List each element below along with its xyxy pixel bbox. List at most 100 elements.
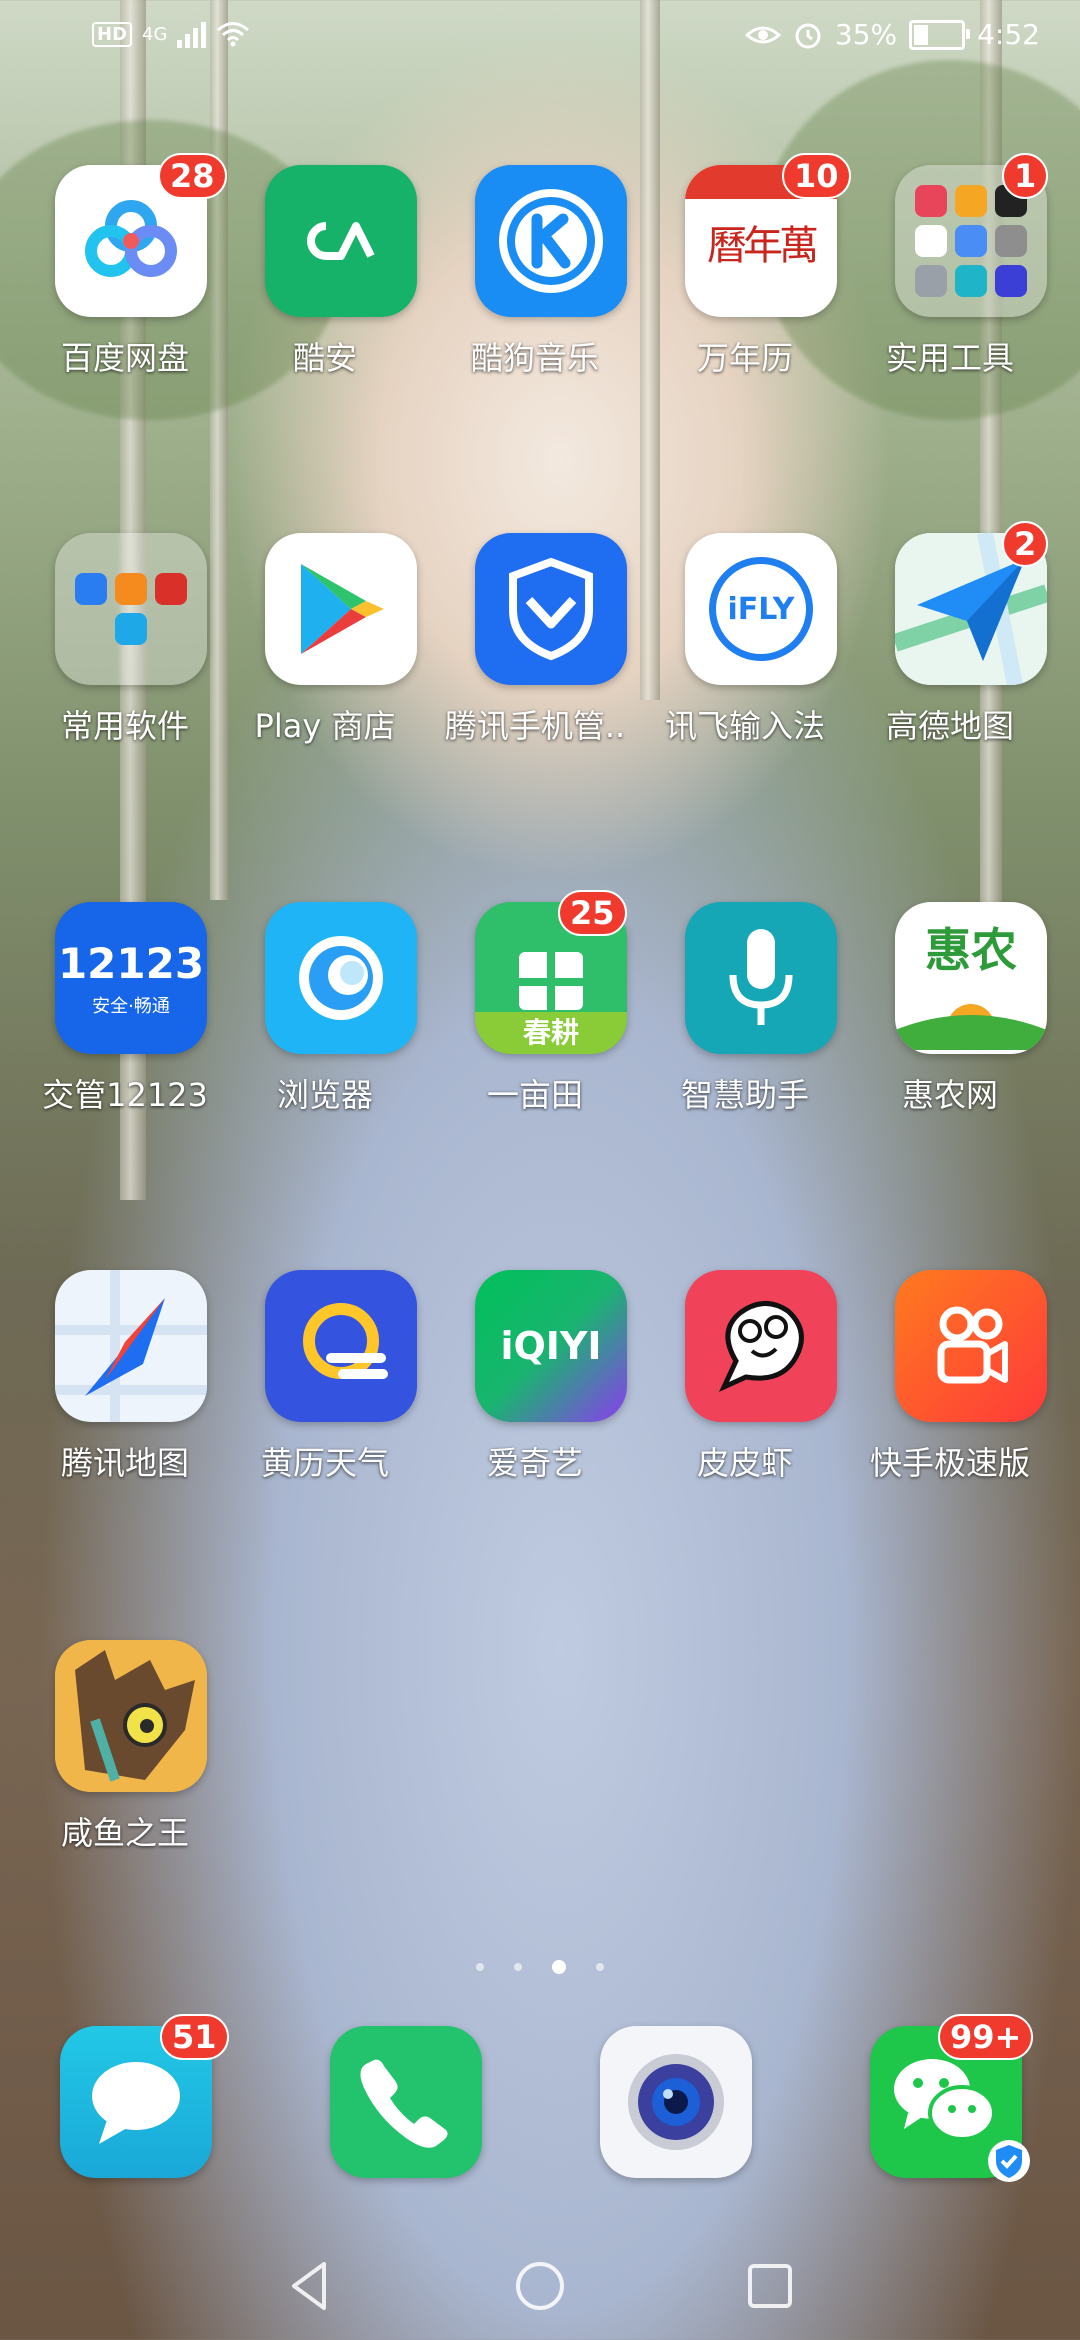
app-browser[interactable]: 浏览器 <box>220 902 430 1162</box>
app-kuaishou[interactable]: 快手极速版 <box>850 1270 1060 1530</box>
camera-icon <box>600 2026 752 2178</box>
app-play-store[interactable]: Play 商店 <box>220 533 430 793</box>
ifly-icon-text: iFLY <box>709 557 813 661</box>
app-label: 酷安 <box>292 339 357 377</box>
app-label: 高德地图 <box>885 707 1014 745</box>
hd-indicator: HD <box>92 21 133 47</box>
app-tencent-map[interactable]: 腾讯地图 <box>10 1270 220 1530</box>
app-iqiyi[interactable]: iQIYI 爱奇艺 <box>430 1270 640 1530</box>
pipixia-icon <box>685 1270 837 1422</box>
page-indicator[interactable] <box>0 1960 1080 1974</box>
app-label: 惠农网 <box>901 1076 998 1114</box>
app-label: 腾讯手机管.. <box>444 707 626 745</box>
notification-badge: 51 <box>160 2014 229 2060</box>
app-label: 快手极速版 <box>869 1444 1030 1482</box>
mini-app-icon <box>115 613 147 645</box>
mini-app-icon <box>915 265 947 297</box>
shield-check-icon <box>988 2140 1030 2182</box>
app-traffic-12123[interactable]: 12123 安全·畅通 交管12123 <box>10 902 220 1162</box>
page-dot[interactable] <box>514 1963 522 1971</box>
page-dot[interactable] <box>552 1960 566 1974</box>
app-yimutian[interactable]: 春耕 25 一亩田 <box>430 890 640 1162</box>
battery-percent: 35% <box>834 18 898 51</box>
navigation-bar <box>0 2230 1080 2340</box>
mini-app-icon <box>995 225 1027 257</box>
app-label: 酷狗音乐 <box>470 339 599 377</box>
icon-text: 春耕 <box>475 1012 627 1054</box>
mini-app-icon <box>115 573 147 605</box>
notification-badge: 2 <box>1002 521 1049 567</box>
recents-icon[interactable] <box>740 2256 800 2316</box>
app-label: 万年历 <box>696 339 793 377</box>
page-dot[interactable] <box>596 1963 604 1971</box>
mini-app-icon <box>955 225 987 257</box>
icon-subtext: 安全·畅通 <box>92 995 170 1017</box>
status-bar: HD 4G 35% 4:52 <box>0 0 1080 80</box>
dock-phone[interactable] <box>330 2026 482 2178</box>
notification-badge: 1 <box>1002 153 1049 199</box>
icon-text: iQIYI <box>500 1324 602 1368</box>
iqiyi-icon: iQIYI <box>475 1270 627 1422</box>
kuaishou-icon <box>895 1270 1047 1422</box>
app-amap[interactable]: 2 高德地图 <box>850 521 1060 793</box>
kugou-music-icon <box>475 165 627 317</box>
status-right: 35% 4:52 <box>744 18 1040 51</box>
app-label: 智慧助手 <box>680 1076 809 1114</box>
folder-common-apps[interactable]: 常用软件 <box>10 533 220 793</box>
app-pipixia[interactable]: 皮皮虾 <box>640 1270 850 1530</box>
game-icon <box>55 1640 207 1792</box>
mini-app-icon <box>915 185 947 217</box>
notification-badge: 25 <box>558 890 627 936</box>
dock-camera[interactable] <box>600 2026 752 2178</box>
mini-app-icon <box>995 265 1027 297</box>
mini-app-icon <box>955 185 987 217</box>
mini-app-icon <box>155 573 187 605</box>
eye-comfort-icon <box>744 26 781 43</box>
dock-messages[interactable]: 51 <box>60 2014 229 2178</box>
notification-badge: 28 <box>158 153 227 199</box>
notification-badge: 99+ <box>938 2014 1034 2060</box>
play-store-icon <box>265 533 417 685</box>
notification-badge: 10 <box>782 153 851 199</box>
icon-text: 惠农 <box>925 923 1017 977</box>
mini-app-icon <box>955 265 987 297</box>
phone-icon <box>330 2026 482 2178</box>
app-smart-assistant[interactable]: 智慧助手 <box>640 902 850 1162</box>
traffic-12123-icon: 12123 安全·畅通 <box>55 902 207 1054</box>
dock-wechat[interactable]: 99+ <box>870 2014 1034 2182</box>
signal-icon <box>177 20 207 48</box>
huinong-icon: 惠农 <box>895 902 1047 1054</box>
mini-app-icon <box>75 573 107 605</box>
app-label: 实用工具 <box>885 339 1014 377</box>
status-left: HD 4G <box>92 20 250 48</box>
app-label: 黄历天气 <box>260 1444 389 1482</box>
back-icon[interactable] <box>280 2256 340 2316</box>
microphone-icon <box>685 902 837 1054</box>
app-calendar[interactable]: 曆年萬 10 万年历 <box>640 153 851 425</box>
icon-text: 12123 <box>57 938 205 988</box>
app-label: 浏览器 <box>276 1076 373 1114</box>
ifly-icon: iFLY <box>685 533 837 685</box>
app-label: Play 商店 <box>254 707 396 745</box>
app-label: 一亩田 <box>486 1076 583 1114</box>
app-huangli-weather[interactable]: 黄历天气 <box>220 1270 430 1530</box>
folder-icon <box>55 533 207 685</box>
home-icon[interactable] <box>510 2256 570 2316</box>
app-xianyu-king[interactable]: 咸鱼之王 <box>10 1640 220 1900</box>
app-label: 皮皮虾 <box>696 1444 793 1482</box>
page-dot[interactable] <box>476 1963 484 1971</box>
app-baidu-netdisk[interactable]: 28 百度网盘 <box>10 153 227 425</box>
app-label: 咸鱼之王 <box>60 1814 189 1852</box>
app-kugou[interactable]: 酷狗音乐 <box>430 165 640 425</box>
app-coolapk[interactable]: 酷安 <box>220 165 430 425</box>
wifi-icon <box>217 22 250 47</box>
app-tencent-security[interactable]: 腾讯手机管.. <box>430 533 640 793</box>
folder-utilities[interactable]: 1 实用工具 <box>850 153 1060 425</box>
calendar-icon-text: 曆年萬 <box>707 223 819 269</box>
browser-icon <box>265 902 417 1054</box>
tencent-security-icon <box>475 533 627 685</box>
coolapk-icon <box>265 165 417 317</box>
app-ifly-input[interactable]: iFLY 讯飞输入法 <box>640 533 850 793</box>
tencent-map-icon <box>55 1270 207 1422</box>
app-huinong[interactable]: 惠农 惠农网 <box>850 902 1060 1162</box>
